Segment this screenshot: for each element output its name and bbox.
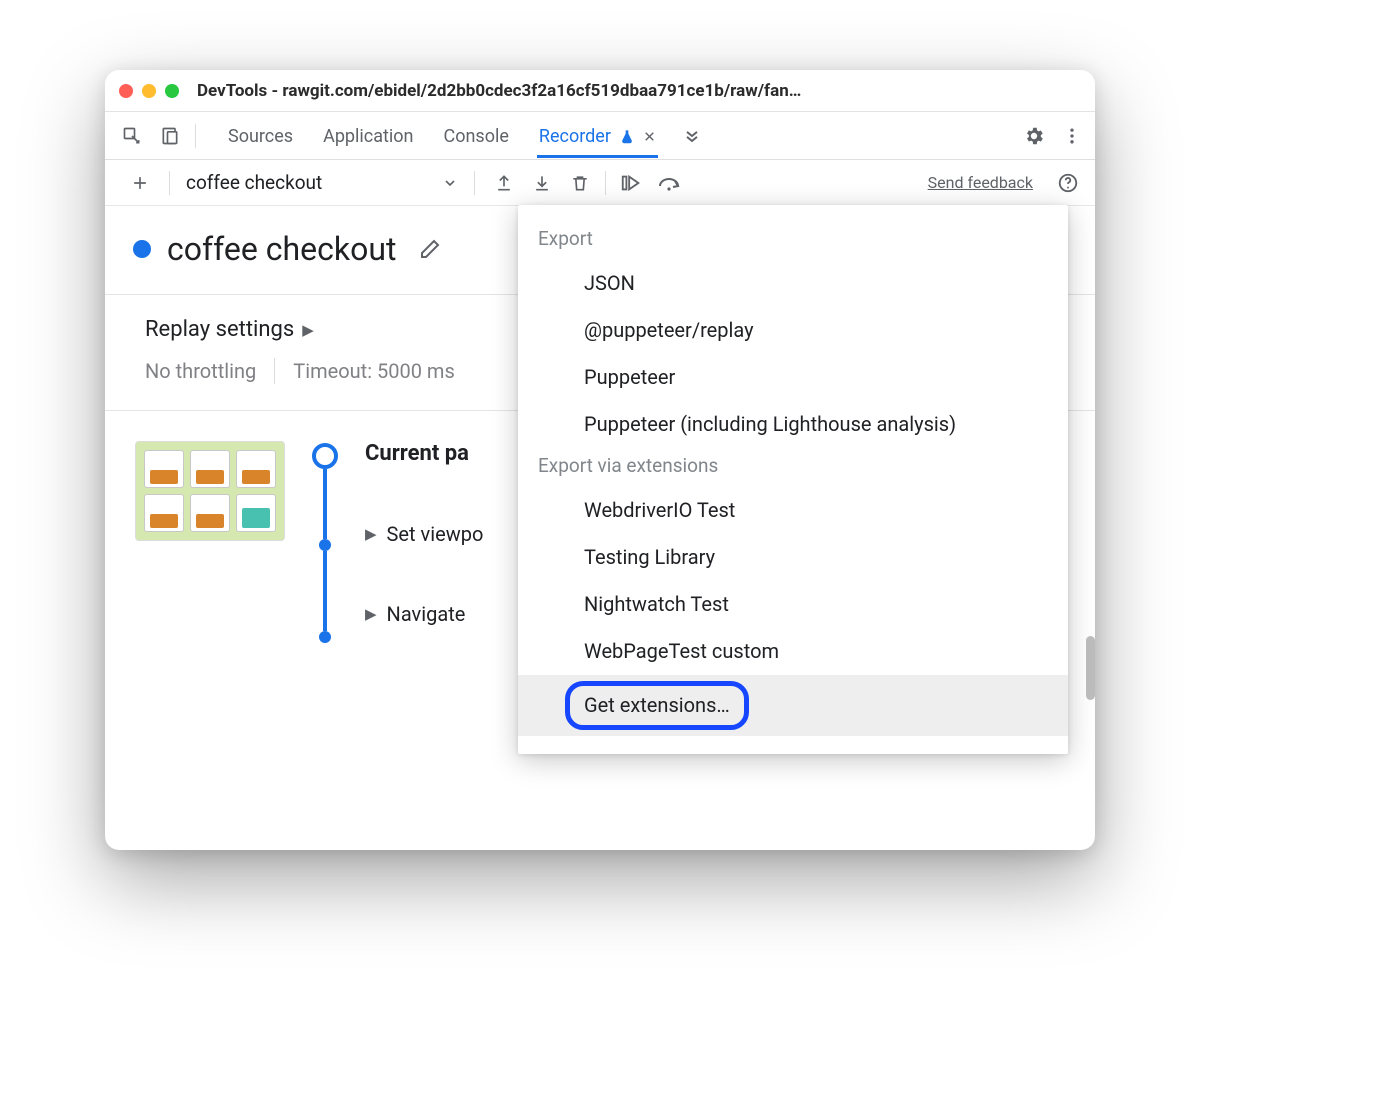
- recording-status-dot: [133, 240, 151, 258]
- devtools-window: DevTools - rawgit.com/ebidel/2d2bb0cdec3…: [105, 70, 1095, 850]
- recording-select[interactable]: coffee checkout: [182, 171, 462, 194]
- thumb-item: [190, 450, 230, 488]
- minimize-window-button[interactable]: [142, 84, 156, 98]
- export-option-webdriverio[interactable]: WebdriverIO Test: [518, 487, 1068, 534]
- tab-application[interactable]: Application: [321, 114, 415, 157]
- highlight-ring: Get extensions…: [565, 681, 749, 730]
- export-option-puppeteer-lighthouse[interactable]: Puppeteer (including Lighthouse analysis…: [518, 401, 1068, 448]
- chevron-down-icon: [442, 175, 458, 191]
- timeline-line: [323, 551, 327, 631]
- toolbar-icons: [487, 166, 686, 200]
- settings-gear-icon[interactable]: [1017, 119, 1051, 153]
- tab-label: Sources: [228, 126, 293, 147]
- thumbnail-column: [135, 441, 285, 643]
- recording-select-value: coffee checkout: [186, 171, 322, 194]
- tab-recorder[interactable]: Recorder: [537, 114, 658, 157]
- help-icon[interactable]: [1051, 166, 1085, 200]
- rename-icon[interactable]: [418, 237, 442, 261]
- inspect-element-icon[interactable]: [115, 119, 149, 153]
- more-tabs-icon[interactable]: [682, 126, 702, 146]
- new-recording-icon[interactable]: [123, 166, 157, 200]
- export-option-puppeteer-replay[interactable]: @puppeteer/replay: [518, 307, 1068, 354]
- divider: [474, 171, 475, 195]
- dropdown-section-extensions: Export via extensions: [518, 448, 1068, 487]
- thumb-item: [236, 450, 276, 488]
- thumb-item: [144, 450, 184, 488]
- export-option-testing-library[interactable]: Testing Library: [518, 534, 1068, 581]
- close-tab-icon[interactable]: [643, 130, 656, 143]
- scrollbar-thumb[interactable]: [1086, 636, 1095, 700]
- thumb-item: [190, 494, 230, 532]
- export-option-get-extensions[interactable]: Get extensions…: [518, 675, 1068, 736]
- panel-tabstrip: Sources Application Console Recorder: [105, 112, 1095, 160]
- throttling-value: No throttling: [145, 359, 256, 383]
- maximize-window-button[interactable]: [165, 84, 179, 98]
- tab-console[interactable]: Console: [441, 114, 510, 157]
- expand-icon[interactable]: ▶: [365, 605, 377, 623]
- step-over-icon[interactable]: [652, 166, 686, 200]
- step-navigate-label: Navigate: [387, 602, 466, 626]
- timeout-value: Timeout: 5000 ms: [293, 359, 455, 383]
- device-toolbar-icon[interactable]: [153, 119, 187, 153]
- titlebar: DevTools - rawgit.com/ebidel/2d2bb0cdec3…: [105, 70, 1095, 112]
- export-option-webpagetest[interactable]: WebPageTest custom: [518, 628, 1068, 675]
- close-window-button[interactable]: [119, 84, 133, 98]
- timeline: [305, 441, 345, 643]
- export-icon[interactable]: [487, 166, 521, 200]
- dropdown-section-export: Export: [518, 221, 1068, 260]
- replay-settings-label: Replay settings: [145, 317, 294, 342]
- get-extensions-label: Get extensions…: [584, 693, 730, 717]
- replay-icon[interactable]: [614, 166, 648, 200]
- recorder-toolbar: coffee checkout Send feedb: [105, 160, 1095, 206]
- window-title: DevTools - rawgit.com/ebidel/2d2bb0cdec3…: [189, 81, 1081, 101]
- tab-label: Application: [323, 126, 413, 147]
- kebab-menu-icon[interactable]: [1055, 119, 1089, 153]
- divider: [195, 124, 196, 148]
- page-thumbnail: [135, 441, 285, 541]
- recording-title: coffee checkout: [167, 230, 396, 268]
- step-set-viewport-label: Set viewpo: [387, 522, 484, 546]
- timeline-node: [319, 631, 331, 643]
- export-option-json[interactable]: JSON: [518, 260, 1068, 307]
- timeline-start-node: [312, 443, 338, 469]
- thumb-item: [236, 494, 276, 532]
- thumb-item: [144, 494, 184, 532]
- export-option-nightwatch[interactable]: Nightwatch Test: [518, 581, 1068, 628]
- tab-label: Console: [443, 126, 508, 147]
- tabs: Sources Application Console Recorder: [226, 114, 658, 157]
- step-current-page-label: Current pa: [365, 441, 469, 466]
- experiment-icon: [619, 129, 635, 145]
- export-option-puppeteer[interactable]: Puppeteer: [518, 354, 1068, 401]
- send-feedback-link[interactable]: Send feedback: [928, 173, 1033, 192]
- divider: [169, 171, 170, 195]
- divider: [274, 358, 275, 384]
- export-dropdown: Export JSON @puppeteer/replay Puppeteer …: [518, 205, 1068, 754]
- divider: [605, 171, 606, 195]
- expand-icon[interactable]: ▶: [365, 525, 377, 543]
- chevron-right-icon: ▶: [302, 321, 314, 339]
- import-icon[interactable]: [525, 166, 559, 200]
- window-controls: [119, 84, 179, 98]
- timeline-line: [323, 469, 327, 539]
- delete-icon[interactable]: [563, 166, 597, 200]
- tab-sources[interactable]: Sources: [226, 114, 295, 157]
- timeline-node: [319, 539, 331, 551]
- tab-label: Recorder: [539, 126, 611, 147]
